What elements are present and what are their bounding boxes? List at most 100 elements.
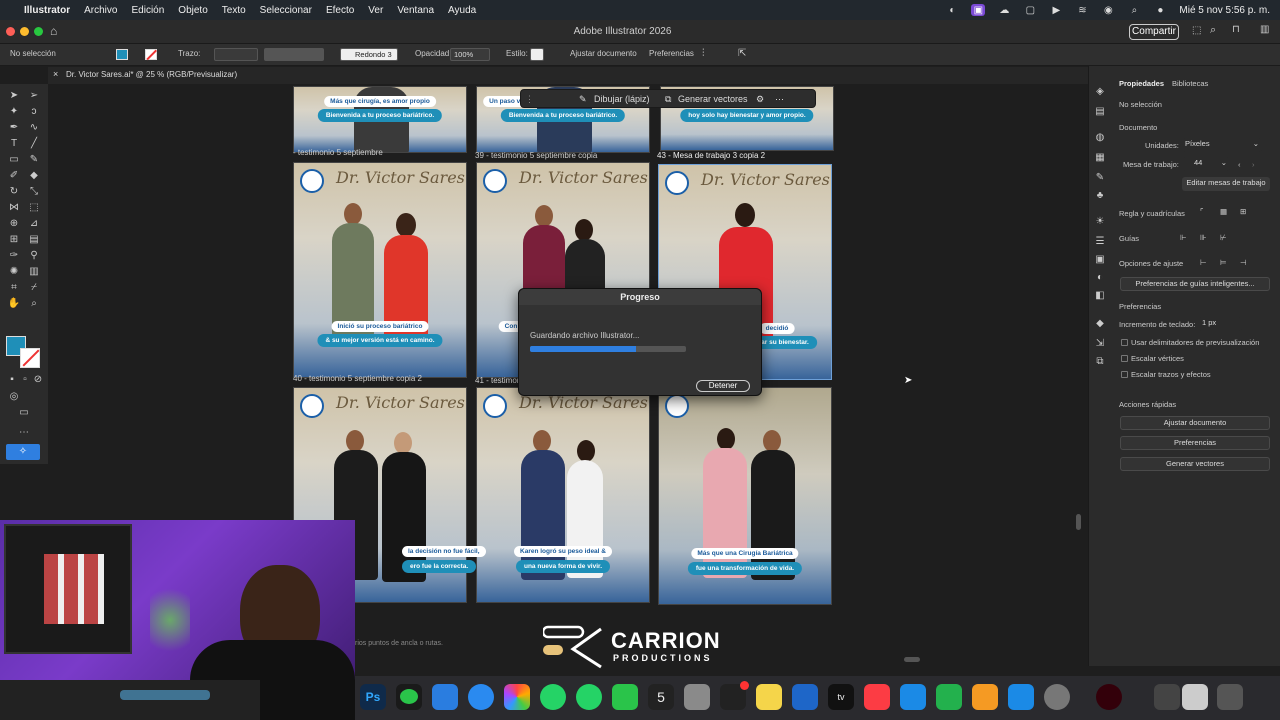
tab-properties[interactable]: Propiedades (1119, 79, 1164, 88)
draw-mode-icon[interactable]: ◎ (7, 389, 21, 403)
mail-icon[interactable] (432, 684, 458, 710)
settings-icon[interactable]: ⚙ (756, 94, 764, 105)
scale-tool-icon[interactable]: ⤡ (27, 184, 41, 198)
notes-icon[interactable] (756, 684, 782, 710)
preview-bounds-checkbox[interactable] (1121, 339, 1128, 346)
document-tab[interactable]: × Dr. Victor Sares.ai* @ 25 % (RGB/Previ… (48, 67, 1088, 84)
control-center-icon[interactable]: ◉ (1101, 4, 1115, 16)
preferences-button[interactable]: Preferencias (649, 49, 694, 58)
eyedropper-tool-icon[interactable]: ✑ (7, 248, 21, 262)
more-tools-icon[interactable]: ⋯ (17, 425, 31, 439)
menu-edicion[interactable]: Edición (124, 5, 171, 16)
units-dropdown[interactable]: Píxeles ⌄ (1182, 138, 1262, 152)
artboard-testimonio-5[interactable]: Más que una Cirugía Bariátrica fue una t… (658, 387, 832, 605)
more-options-icon[interactable]: ⋯ (775, 94, 784, 105)
search-icon[interactable]: ⌕ (1210, 24, 1216, 37)
artboard-testimonio-4[interactable]: Dr. Victor Sares Karen logró su peso ide… (476, 387, 650, 603)
calendar-icon[interactable]: 5 (648, 684, 674, 710)
workspace-icon[interactable]: ▥ (1260, 24, 1269, 35)
grid-icon[interactable]: ▦ (1220, 207, 1227, 216)
opacity-field[interactable]: 100% (450, 48, 490, 61)
fit-document-quick-button[interactable]: Ajustar documento (1120, 416, 1270, 430)
gradient-tool-icon[interactable]: ▤ (27, 232, 41, 246)
downloads-icon[interactable] (1154, 684, 1180, 710)
fill-swatch[interactable] (116, 49, 128, 60)
smart-guides-prefs-button[interactable]: Preferencias de guías inteligentes... (1120, 277, 1270, 291)
paintbrush-tool-icon[interactable]: ✎ (27, 152, 41, 166)
gradient-icon[interactable]: ▣ (1093, 252, 1107, 266)
ruler-icon[interactable]: ⌜ (1200, 207, 1204, 216)
screen-mode-icon[interactable]: ▭ (17, 405, 31, 419)
stroke-swatch[interactable] (145, 49, 157, 60)
variable-width-field[interactable] (264, 48, 324, 61)
horizontal-scrollbar[interactable] (904, 657, 920, 662)
perspective-grid-tool-icon[interactable]: ⊿ (27, 216, 41, 230)
artboard-tool-icon[interactable]: ⌗ (7, 280, 21, 294)
scale-strokes-checkbox[interactable] (1121, 371, 1128, 378)
menu-archivo[interactable]: Archivo (77, 5, 124, 16)
width-tool-icon[interactable]: ⋈ (7, 200, 21, 214)
menu-ayuda[interactable]: Ayuda (441, 5, 483, 16)
shape-builder-tool-icon[interactable]: ⊕ (7, 216, 21, 230)
gradient-mode-icon[interactable]: ▫ (18, 372, 32, 386)
messages-icon[interactable] (396, 684, 422, 710)
selection-tool-icon[interactable]: ➤ (7, 88, 21, 102)
close-tab-icon[interactable]: × (53, 69, 58, 79)
style-field[interactable] (530, 48, 544, 61)
guides-lock-icon[interactable]: ⊪ (1200, 233, 1207, 242)
snap-glyph-icon[interactable]: ⊣ (1240, 258, 1247, 267)
keyboard-increment-field[interactable]: 1 px (1198, 317, 1242, 331)
facetime-icon[interactable] (612, 684, 638, 710)
free-transform-tool-icon[interactable]: ⬚ (27, 200, 41, 214)
contacts-icon[interactable] (684, 684, 710, 710)
line-tool-icon[interactable]: ╱ (27, 136, 41, 150)
learn-icon[interactable]: ⊓ (1232, 24, 1240, 35)
tv-icon[interactable]: tv (828, 684, 854, 710)
keynote-icon[interactable] (900, 684, 926, 710)
documents-icon[interactable] (1182, 684, 1208, 710)
play-icon[interactable]: ▶ (1049, 4, 1063, 16)
layers-icon[interactable]: ▤ (1093, 104, 1107, 118)
siri-icon[interactable]: ● (1153, 4, 1167, 16)
menu-ventana[interactable]: Ventana (390, 5, 441, 16)
type-tool-icon[interactable]: T (7, 136, 21, 150)
pages-icon[interactable] (972, 684, 998, 710)
edit-artboards-button[interactable]: Editar mesas de trabajo (1182, 177, 1270, 191)
artboard-top-1[interactable]: Más que cirugía, es amor propio Bienveni… (293, 86, 467, 153)
mesh-tool-icon[interactable]: ⊞ (7, 232, 21, 246)
symbols-icon[interactable]: ♣ (1093, 188, 1107, 202)
menu-efecto[interactable]: Efecto (319, 5, 361, 16)
brushes-icon[interactable]: ✎ (1093, 170, 1107, 184)
artboards-icon[interactable]: ⧉ (1093, 354, 1107, 368)
cloud-icon[interactable]: ☁ (997, 4, 1011, 16)
color-mode-icon[interactable]: ▪ (5, 372, 19, 386)
artboard-prev-icon[interactable]: ‹ (1238, 160, 1241, 169)
scrollbar[interactable] (1076, 514, 1081, 530)
rotate-tool-icon[interactable]: ↻ (7, 184, 21, 198)
preferences-quick-button[interactable]: Preferencias (1120, 436, 1270, 450)
pen-tool-icon[interactable]: ✒ (7, 120, 21, 134)
layers-stack-icon[interactable]: ◆ (1093, 316, 1107, 330)
direct-selection-tool-icon[interactable]: ➢ (27, 88, 41, 102)
shaper-tool-icon[interactable]: ✐ (7, 168, 21, 182)
whatsapp-business-icon[interactable] (576, 684, 602, 710)
asset-export-icon[interactable]: ⇲ (1093, 336, 1107, 350)
app-store-icon[interactable] (1008, 684, 1034, 710)
menu-app[interactable]: Illustrator (17, 5, 77, 16)
transparency-icon[interactable]: ◐ (1093, 270, 1107, 284)
share-button[interactable]: Compartir (1129, 24, 1179, 40)
safari-icon[interactable] (468, 684, 494, 710)
swatches-icon[interactable]: ▦ (1093, 150, 1107, 164)
search-icon[interactable]: ⌕ (1127, 4, 1141, 16)
blend-tool-icon[interactable]: ⚲ (27, 248, 41, 262)
guides-smart-icon[interactable]: ⊬ (1220, 233, 1227, 242)
snap-point-icon[interactable]: ⊢ (1200, 258, 1207, 267)
lasso-icon[interactable]: ↄ (27, 104, 41, 118)
generative-tool-icon[interactable]: ✧ (6, 444, 40, 460)
trash-icon[interactable] (1217, 684, 1243, 710)
numbers-icon[interactable] (936, 684, 962, 710)
curvature-tool-icon[interactable]: ∿ (27, 120, 41, 134)
transparency-grid-icon[interactable]: ⊞ (1240, 207, 1246, 216)
artboard-next-icon[interactable]: › (1252, 160, 1255, 169)
rectangle-tool-icon[interactable]: ▭ (7, 152, 21, 166)
